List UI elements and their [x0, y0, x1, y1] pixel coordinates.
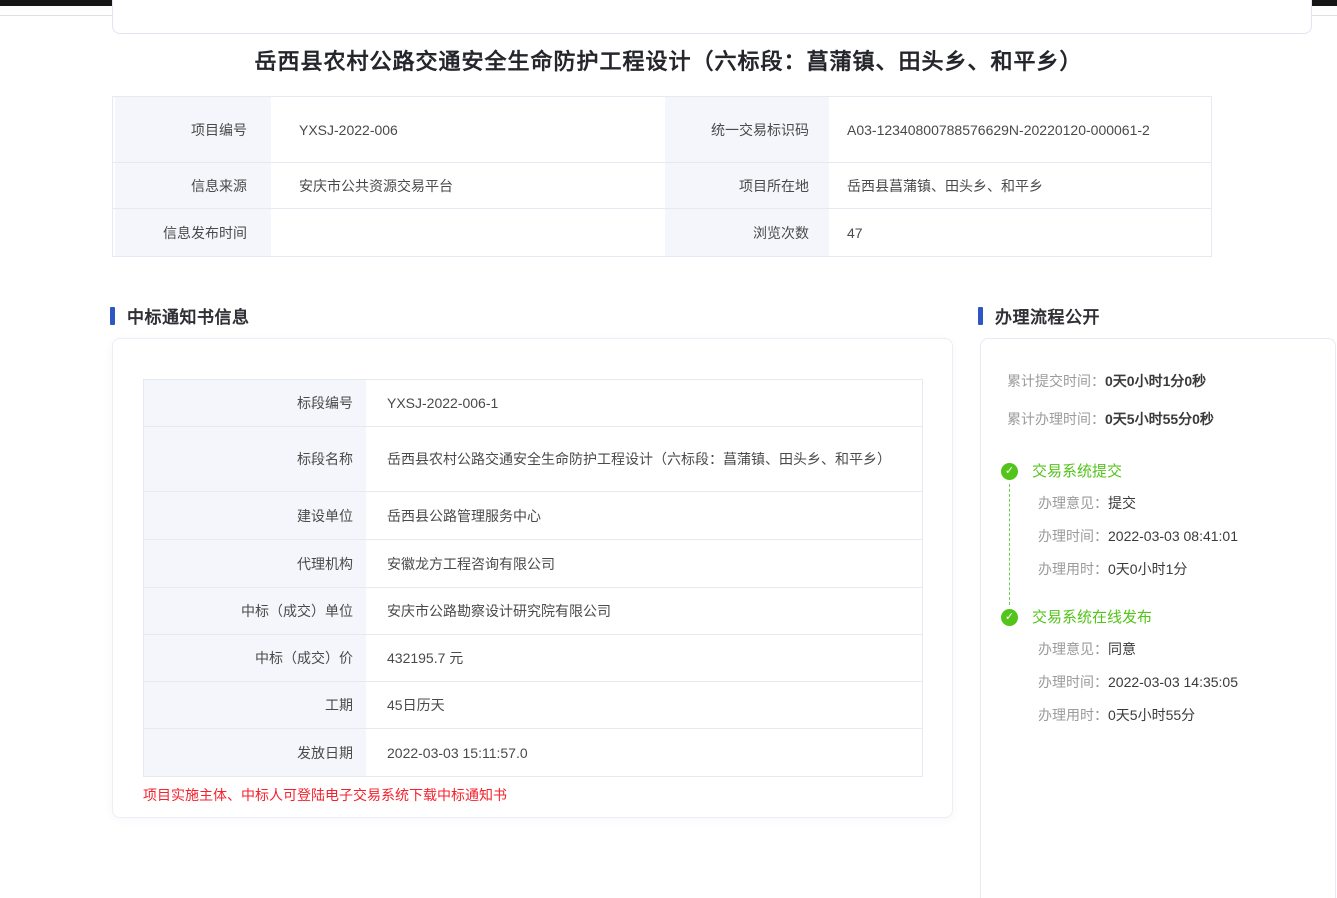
section-name-value: 岳西县农村公路交通安全生命防护工程设计（六标段：菖蒲镇、田头乡、和平乡）	[369, 427, 922, 491]
notice-section-heading: 中标通知书信息	[110, 303, 250, 328]
process-card: 累计提交时间：0天0小时1分0秒 累计办理时间：0天5小时55分0秒 ✓ 交易系…	[980, 338, 1336, 898]
step-detail: 办理时间：2022-03-03 14:35:05	[1032, 672, 1317, 692]
project-id-label: 项目编号	[113, 97, 273, 162]
check-icon: ✓	[1001, 463, 1018, 480]
detail-value: 0天5小时55分	[1108, 707, 1195, 723]
detail-label: 办理意见：	[1038, 495, 1108, 511]
table-row: 项目编号 YXSJ-2022-006 统一交易标识码 A03-123408007…	[113, 97, 1211, 163]
project-id-value: YXSJ-2022-006	[273, 97, 663, 162]
project-location-label: 项目所在地	[663, 163, 831, 208]
table-row: 标段编号 YXSJ-2022-006-1	[144, 380, 922, 427]
duration-value: 45日历天	[369, 682, 922, 728]
detail-label: 办理时间：	[1038, 528, 1108, 544]
section-title: 中标通知书信息	[127, 303, 250, 328]
owner-unit-value: 岳西县公路管理服务中心	[369, 492, 922, 539]
project-info-table: 项目编号 YXSJ-2022-006 统一交易标识码 A03-123408007…	[112, 96, 1212, 257]
info-source-label: 信息来源	[113, 163, 273, 208]
winner-unit-value: 安庆市公路勘察设计研究院有限公司	[369, 588, 922, 634]
page-title: 岳西县农村公路交通安全生命防护工程设计（六标段：菖蒲镇、田头乡、和平乡）	[0, 44, 1337, 76]
section-id-value: YXSJ-2022-006-1	[369, 380, 922, 426]
table-row: 工期 45日历天	[144, 682, 922, 729]
step-detail: 办理时间：2022-03-03 08:41:01	[1032, 526, 1317, 546]
detail-value: 同意	[1108, 641, 1136, 657]
step-detail: 办理用时：0天5小时55分	[1032, 705, 1317, 725]
table-row: 中标（成交）价 432195.7 元	[144, 635, 922, 682]
total-handle-time: 累计办理时间：0天5小时55分0秒	[1007, 409, 1317, 429]
detail-value: 2022-03-03 08:41:01	[1108, 528, 1238, 544]
trade-code-label: 统一交易标识码	[663, 97, 831, 162]
winner-unit-label: 中标（成交）单位	[144, 588, 369, 634]
detail-value: 2022-03-03 14:35:05	[1108, 674, 1238, 690]
trade-code-value: A03-12340800788576629N-20220120-000061-2	[831, 97, 1211, 162]
step-detail: 办理用时：0天0小时1分	[1032, 559, 1317, 579]
section-title: 办理流程公开	[995, 303, 1100, 328]
agency-label: 代理机构	[144, 540, 369, 587]
table-row: 信息发布时间 浏览次数 47	[113, 209, 1211, 256]
info-source-value: 安庆市公共资源交易平台	[273, 163, 663, 208]
publish-time-value	[273, 209, 663, 256]
step-detail: 办理意见：同意	[1032, 639, 1317, 659]
step-title: 交易系统在线发布	[1032, 609, 1317, 626]
summary-value: 0天5小时55分0秒	[1105, 411, 1214, 427]
process-timeline: ✓ 交易系统提交 办理意见：提交 办理时间：2022-03-03 08:41:0…	[1001, 463, 1317, 725]
bid-price-value: 432195.7 元	[369, 635, 922, 681]
timeline-step-submit: ✓ 交易系统提交 办理意见：提交 办理时间：2022-03-03 08:41:0…	[1001, 463, 1317, 579]
summary-label: 累计提交时间：	[1007, 373, 1105, 389]
issue-date-label: 发放日期	[144, 729, 369, 776]
section-name-label: 标段名称	[144, 427, 369, 491]
table-row: 建设单位 岳西县公路管理服务中心	[144, 492, 922, 540]
step-title: 交易系统提交	[1032, 463, 1317, 480]
owner-unit-label: 建设单位	[144, 492, 369, 539]
detail-label: 办理用时：	[1038, 561, 1108, 577]
issue-date-value: 2022-03-03 15:11:57.0	[369, 729, 922, 776]
duration-label: 工期	[144, 682, 369, 728]
process-section-heading: 办理流程公开	[978, 303, 1100, 328]
detail-label: 办理意见：	[1038, 641, 1108, 657]
total-submit-time: 累计提交时间：0天0小时1分0秒	[1007, 371, 1317, 391]
timeline-step-publish: ✓ 交易系统在线发布 办理意见：同意 办理时间：2022-03-03 14:35…	[1001, 609, 1317, 725]
check-icon: ✓	[1001, 609, 1018, 626]
detail-label: 办理时间：	[1038, 674, 1108, 690]
view-count-value: 47	[831, 209, 1211, 256]
download-hint-note: 项目实施主体、中标人可登陆电子交易系统下载中标通知书	[143, 785, 952, 805]
page: 岳西县农村公路交通安全生命防护工程设计（六标段：菖蒲镇、田头乡、和平乡） 项目编…	[0, 0, 1337, 898]
table-row: 标段名称 岳西县农村公路交通安全生命防护工程设计（六标段：菖蒲镇、田头乡、和平乡…	[144, 427, 922, 492]
bid-price-label: 中标（成交）价	[144, 635, 369, 681]
detail-value: 0天0小时1分	[1108, 561, 1187, 577]
header-container	[112, 0, 1312, 34]
notice-card: 标段编号 YXSJ-2022-006-1 标段名称 岳西县农村公路交通安全生命防…	[112, 338, 953, 818]
summary-label: 累计办理时间：	[1007, 411, 1105, 427]
view-count-label: 浏览次数	[663, 209, 831, 256]
project-location-value: 岳西县菖蒲镇、田头乡、和平乡	[831, 163, 1211, 208]
summary-value: 0天0小时1分0秒	[1105, 373, 1206, 389]
publish-time-label: 信息发布时间	[113, 209, 273, 256]
table-row: 发放日期 2022-03-03 15:11:57.0	[144, 729, 922, 776]
agency-value: 安徽龙方工程咨询有限公司	[369, 540, 922, 587]
detail-label: 办理用时：	[1038, 707, 1108, 723]
table-row: 信息来源 安庆市公共资源交易平台 项目所在地 岳西县菖蒲镇、田头乡、和平乡	[113, 163, 1211, 209]
table-row: 代理机构 安徽龙方工程咨询有限公司	[144, 540, 922, 588]
detail-value: 提交	[1108, 495, 1136, 511]
section-accent-bar	[110, 307, 115, 325]
table-row: 中标（成交）单位 安庆市公路勘察设计研究院有限公司	[144, 588, 922, 635]
step-detail: 办理意见：提交	[1032, 493, 1317, 513]
section-accent-bar	[978, 307, 983, 325]
notice-table: 标段编号 YXSJ-2022-006-1 标段名称 岳西县农村公路交通安全生命防…	[143, 379, 923, 777]
section-id-label: 标段编号	[144, 380, 369, 426]
